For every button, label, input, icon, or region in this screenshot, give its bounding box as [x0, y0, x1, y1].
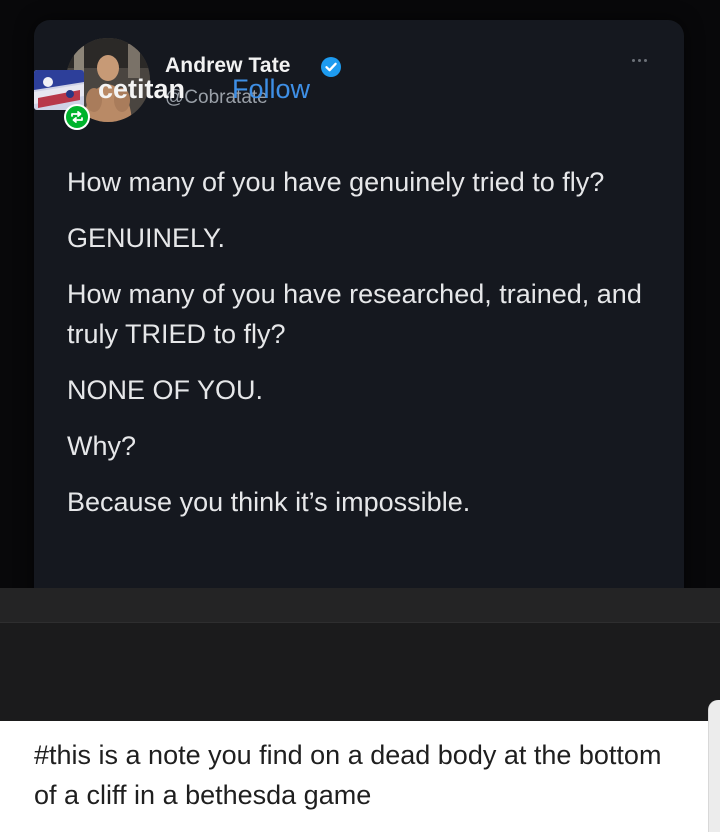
- tweet-paragraph: Because you think it’s impossible.: [67, 487, 471, 517]
- reblog-icon: [64, 104, 90, 130]
- post-caption-area: #this is a note you find on a dead body …: [0, 721, 720, 832]
- tweet-paragraph: NONE OF YOU.: [67, 375, 264, 405]
- post-caption: #this is a note you find on a dead body …: [34, 740, 662, 810]
- tweet-paragraph: Why?: [67, 431, 137, 461]
- tweet-card: Andrew Tate @Cobratate How many of you h…: [34, 20, 684, 620]
- scrollbar[interactable]: [708, 700, 720, 832]
- tumblr-post-header: [0, 588, 720, 721]
- screenshot-root: Andrew Tate @Cobratate How many of you h…: [0, 0, 720, 832]
- tweet-paragraph: GENUINELY.: [67, 223, 226, 253]
- verified-badge-icon: [321, 57, 341, 77]
- follow-button[interactable]: Follow: [232, 74, 310, 105]
- blog-name[interactable]: cetitan: [98, 74, 185, 105]
- more-options-icon[interactable]: [624, 54, 654, 66]
- post-divider: [0, 588, 720, 623]
- tweet-paragraph: How many of you have researched, trained…: [67, 279, 642, 349]
- tweet-text: How many of you have genuinely tried to …: [67, 162, 667, 538]
- tweet-paragraph: How many of you have genuinely tried to …: [67, 167, 605, 197]
